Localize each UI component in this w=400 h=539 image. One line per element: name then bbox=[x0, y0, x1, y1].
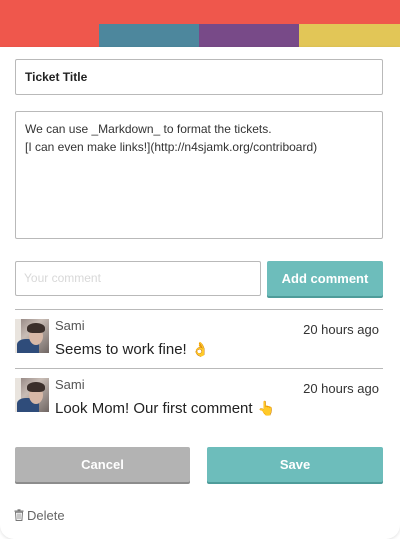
color-option-yellow[interactable] bbox=[299, 24, 400, 47]
delete-label: Delete bbox=[27, 508, 65, 523]
comment-timestamp: 20 hours ago bbox=[303, 381, 379, 396]
avatar bbox=[15, 378, 49, 412]
color-option-red[interactable] bbox=[0, 24, 99, 47]
comment-item: Sami 20 hours ago Look Mom! Our first co… bbox=[15, 374, 383, 424]
content-line: We can use _Markdown_ to format the tick… bbox=[25, 122, 272, 136]
comment-text: Seems to work fine! 👌 bbox=[55, 341, 209, 358]
content-line: [I can even make links!](http://n4sjamk.… bbox=[25, 140, 318, 154]
color-option-blue[interactable] bbox=[99, 24, 199, 47]
comment-placeholder: Your comment bbox=[24, 271, 101, 285]
divider bbox=[15, 309, 383, 310]
comment-text-content: Look Mom! Our first comment bbox=[55, 400, 253, 417]
selected-color-swatch[interactable] bbox=[0, 0, 400, 24]
ticket-content-textarea[interactable]: We can use _Markdown_ to format the tick… bbox=[15, 111, 383, 239]
comment-text: Look Mom! Our first comment 👆 bbox=[55, 400, 275, 417]
color-option-purple[interactable] bbox=[199, 24, 299, 47]
delete-link[interactable]: Delete bbox=[14, 507, 65, 525]
ticket-title-input[interactable]: Ticket Title bbox=[15, 59, 383, 95]
comment-item: Sami 20 hours ago Seems to work fine! 👌 bbox=[15, 315, 383, 365]
add-comment-button[interactable]: Add comment bbox=[267, 261, 383, 296]
comment-input[interactable]: Your comment bbox=[15, 261, 261, 296]
divider bbox=[15, 368, 383, 369]
comment-author: Sami bbox=[55, 377, 85, 392]
color-picker-bar bbox=[0, 0, 400, 47]
save-button[interactable]: Save bbox=[207, 447, 383, 482]
pointing-up-icon: 👆 bbox=[257, 400, 275, 416]
comment-author: Sami bbox=[55, 318, 85, 333]
trash-icon bbox=[14, 509, 24, 521]
cancel-button[interactable]: Cancel bbox=[15, 447, 190, 482]
ok-hand-icon: 👌 bbox=[191, 341, 210, 357]
avatar bbox=[15, 319, 49, 353]
comment-timestamp: 20 hours ago bbox=[303, 322, 379, 337]
comment-text-content: Seems to work fine! bbox=[55, 341, 187, 358]
